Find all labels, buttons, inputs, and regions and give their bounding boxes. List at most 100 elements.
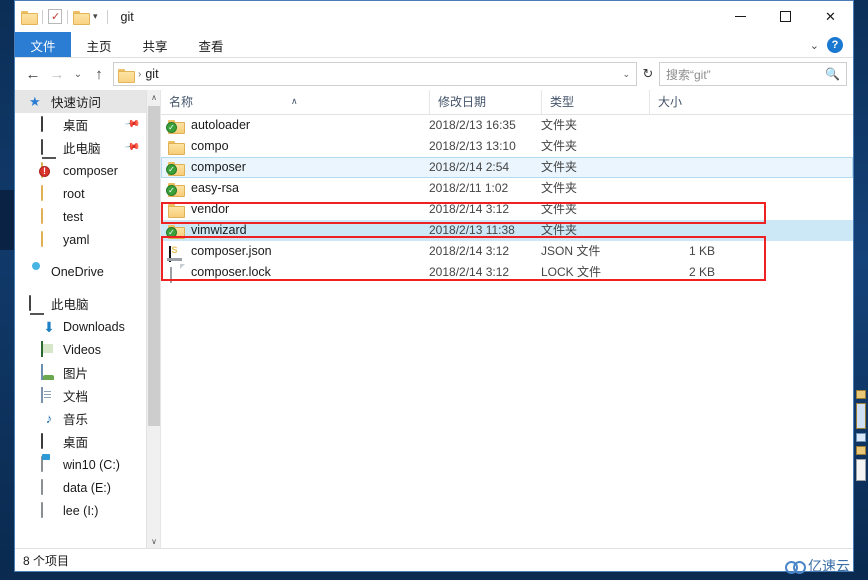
minimize-button[interactable] bbox=[718, 1, 763, 32]
search-icon[interactable]: 🔍 bbox=[825, 67, 840, 81]
help-icon[interactable]: ? bbox=[827, 37, 843, 53]
folder-icon: ✓ bbox=[166, 223, 185, 239]
drive-icon bbox=[41, 501, 43, 518]
sidebar-item-label: test bbox=[63, 209, 84, 224]
file-type-cell: 文件夹 bbox=[541, 139, 578, 153]
status-bar: 8 个项目 bbox=[15, 548, 853, 571]
table-row[interactable]: composer.json 2018/2/14 3:12 JSON 文件 1 K… bbox=[161, 241, 853, 262]
breadcrumb-item-git[interactable]: git bbox=[145, 67, 158, 81]
sidebar-item-data-e[interactable]: data (E:) bbox=[15, 476, 146, 499]
tab-view[interactable]: 查看 bbox=[183, 32, 239, 58]
folder-icon bbox=[41, 184, 43, 201]
customize-caret-icon[interactable]: ▾ bbox=[89, 11, 102, 22]
address-dropdown-icon[interactable]: ⌄ bbox=[622, 69, 630, 80]
sync-ok-icon: ✓ bbox=[166, 184, 177, 196]
file-date-cell: 2018/2/13 11:38 bbox=[429, 223, 515, 237]
tab-share[interactable]: 共享 bbox=[127, 32, 183, 58]
forward-button[interactable]: → bbox=[45, 62, 69, 86]
edge-folder-icon-2 bbox=[856, 446, 866, 455]
json-file-icon bbox=[167, 244, 184, 262]
file-name: composer bbox=[191, 160, 246, 174]
sidebar-item-pictures[interactable]: 图片 bbox=[15, 361, 146, 384]
column-header-date[interactable]: 修改日期 bbox=[429, 90, 541, 115]
file-size-cell bbox=[649, 157, 729, 178]
expand-ribbon-icon[interactable]: ⌄ bbox=[810, 39, 819, 52]
column-header-name[interactable]: 名称 ∧ bbox=[161, 90, 429, 115]
sidebar-item-win10-c[interactable]: win10 (C:) bbox=[15, 453, 146, 476]
pin-icon[interactable]: 📌 bbox=[123, 116, 140, 132]
scrollbar-thumb[interactable] bbox=[148, 106, 160, 426]
sidebar-item-onedrive[interactable]: OneDrive bbox=[15, 260, 146, 283]
recent-locations-button[interactable]: ⌄ bbox=[69, 62, 87, 86]
ribbon-divider bbox=[15, 57, 853, 58]
new-folder-icon[interactable] bbox=[73, 10, 90, 25]
scroll-down-icon[interactable]: ∨ bbox=[147, 534, 160, 548]
file-name: vimwizard bbox=[191, 223, 247, 237]
pin-icon[interactable]: 📌 bbox=[123, 139, 140, 155]
tab-file[interactable]: 文件 bbox=[15, 32, 71, 58]
sidebar-item-lee-i[interactable]: lee (I:) bbox=[15, 499, 146, 522]
sidebar-item-desktop-2[interactable]: 桌面 bbox=[15, 430, 146, 453]
search-input[interactable]: 搜索“git” 🔍 bbox=[659, 62, 847, 86]
close-button[interactable]: ✕ bbox=[808, 1, 853, 32]
sidebar-item-documents[interactable]: 文档 bbox=[15, 384, 146, 407]
sync-ok-icon: ✓ bbox=[166, 163, 177, 175]
table-row[interactable]: composer.lock 2018/2/14 3:12 LOCK 文件 2 K… bbox=[161, 262, 853, 283]
column-header-type[interactable]: 类型 bbox=[541, 90, 649, 115]
sidebar-item-this-pc-qa[interactable]: 此电脑 📌 bbox=[15, 136, 146, 159]
generic-file-icon bbox=[168, 265, 184, 283]
search-placeholder: 搜索“git” bbox=[666, 67, 711, 82]
table-row[interactable]: ✓ vimwizard 2018/2/13 11:38 文件夹 bbox=[161, 220, 853, 241]
scroll-up-icon[interactable]: ∧ bbox=[147, 90, 160, 104]
breadcrumb-folder-icon[interactable] bbox=[118, 68, 135, 83]
file-type-cell: 文件夹 bbox=[541, 160, 578, 174]
sidebar-item-this-pc[interactable]: 此电脑 bbox=[15, 292, 146, 315]
edge-window-icon bbox=[856, 403, 866, 429]
file-rows: ✓ autoloader 2018/2/13 16:35 文件夹 compo 2… bbox=[161, 115, 853, 283]
tab-home[interactable]: 主页 bbox=[71, 32, 127, 58]
folder-icon[interactable] bbox=[21, 10, 38, 25]
sidebar-item-root[interactable]: root bbox=[15, 182, 146, 205]
breadcrumb-separator-icon[interactable]: › bbox=[138, 69, 141, 80]
table-row[interactable]: compo 2018/2/13 13:10 文件夹 bbox=[161, 136, 853, 157]
sidebar-item-desktop[interactable]: 桌面 📌 bbox=[15, 113, 146, 136]
sync-ok-icon: ✓ bbox=[166, 121, 177, 133]
file-type-cell: 文件夹 bbox=[541, 202, 578, 216]
up-button[interactable]: ↑ bbox=[87, 62, 111, 86]
sidebar-item-downloads[interactable]: ⬇ Downloads bbox=[15, 315, 146, 338]
downloads-icon: ⬇ bbox=[43, 318, 55, 335]
ribbon-right-controls: ⌄ ? bbox=[810, 32, 849, 58]
file-date-cell: 2018/2/14 2:54 bbox=[429, 160, 510, 174]
sidebar-item-music[interactable]: ♪ 音乐 bbox=[15, 407, 146, 430]
file-name-cell: compo bbox=[161, 136, 429, 157]
file-name-cell: composer.json bbox=[161, 241, 429, 262]
toolbar-divider bbox=[42, 9, 43, 24]
sidebar-item-videos[interactable]: Videos bbox=[15, 338, 146, 361]
ribbon-tab-bar: 文件 主页 共享 查看 ⌄ ? bbox=[15, 32, 853, 58]
sidebar-item-test[interactable]: test bbox=[15, 205, 146, 228]
table-row[interactable]: ✓ composer 2018/2/14 2:54 文件夹 bbox=[161, 157, 853, 178]
file-date-cell: 2018/2/13 16:35 bbox=[429, 118, 516, 132]
file-name-cell: vendor bbox=[161, 199, 429, 220]
column-header-size[interactable]: 大小 bbox=[649, 90, 729, 115]
sidebar-item-quick-access[interactable]: ★ 快速访问 bbox=[15, 90, 146, 113]
refresh-button[interactable]: ↻ bbox=[637, 62, 659, 86]
desktop-background-bottom bbox=[0, 572, 868, 580]
navigation-pane-scrollbar[interactable]: ∧ ∨ bbox=[146, 90, 160, 548]
sidebar-item-label: lee (I:) bbox=[63, 503, 99, 518]
sidebar-item-label: 音乐 bbox=[63, 413, 89, 427]
back-button[interactable]: ← bbox=[21, 62, 45, 86]
properties-icon[interactable]: ✓ bbox=[48, 9, 62, 24]
table-row[interactable]: ✓ autoloader 2018/2/13 16:35 文件夹 bbox=[161, 115, 853, 136]
drive-icon bbox=[41, 478, 43, 495]
file-name-cell: ✓ easy-rsa bbox=[161, 178, 429, 199]
breadcrumb: › git bbox=[118, 67, 159, 83]
maximize-button[interactable] bbox=[763, 1, 808, 32]
table-row[interactable]: vendor 2018/2/14 3:12 文件夹 bbox=[161, 199, 853, 220]
sidebar-item-composer[interactable]: ! composer bbox=[15, 159, 146, 182]
table-row[interactable]: ✓ easy-rsa 2018/2/11 1:02 文件夹 bbox=[161, 178, 853, 199]
folder-icon: ✓ bbox=[166, 118, 185, 134]
sidebar-item-yaml[interactable]: yaml bbox=[15, 228, 146, 251]
address-input[interactable]: › git ⌄ bbox=[113, 62, 637, 86]
